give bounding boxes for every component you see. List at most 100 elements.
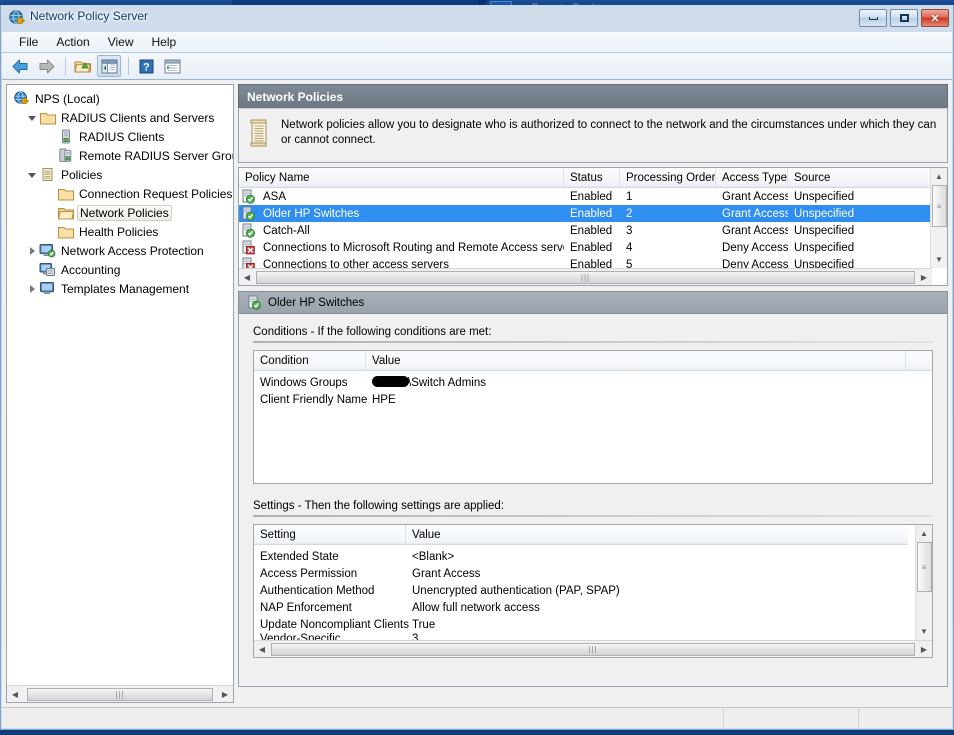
tree-item-radius-clients-and-servers[interactable]: RADIUS Clients and Servers: [11, 108, 233, 127]
tree-item-policies[interactable]: Policies: [11, 165, 233, 184]
tree-item-remote-radius-server-groups[interactable]: Remote RADIUS Server Group:: [11, 146, 233, 165]
menu-item-help[interactable]: Help: [143, 33, 186, 51]
column-header-setting[interactable]: Setting: [254, 525, 406, 544]
scroll-track[interactable]: |||: [23, 687, 217, 702]
accounting-monitor-icon: [39, 262, 56, 278]
conditions-table[interactable]: Condition Value Windows Groups \Switch A…: [253, 350, 933, 484]
column-header-processing-order[interactable]: Processing Order: [620, 168, 716, 187]
table-row[interactable]: Extended State <Blank>: [254, 548, 932, 565]
scroll-down-arrow-icon[interactable]: ▼: [931, 251, 948, 268]
table-row[interactable]: ASA Enabled 1 Grant Access Unspecified: [239, 188, 932, 205]
scroll-right-arrow-icon[interactable]: ▶: [217, 687, 233, 702]
content-area: NPS (Local) RADIUS Clients and Servers: [2, 80, 952, 707]
tree-item-label: Templates Management: [59, 282, 191, 296]
tree-item-network-access-protection[interactable]: Network Access Protection: [11, 241, 233, 260]
tree-horizontal-scrollbar[interactable]: ◀ ||| ▶: [7, 685, 233, 702]
expander-expanded-icon[interactable]: [25, 167, 39, 183]
scroll-track[interactable]: ≡: [916, 542, 933, 623]
column-header-value[interactable]: Value: [406, 525, 908, 544]
forward-button[interactable]: [34, 55, 58, 77]
tree-item-accounting[interactable]: Accounting: [11, 260, 233, 279]
scroll-right-arrow-icon[interactable]: ▶: [916, 642, 932, 657]
column-header-value[interactable]: Value: [366, 351, 906, 370]
menu-item-file[interactable]: File: [10, 33, 47, 51]
tree-item-nps-local[interactable]: NPS (Local): [11, 89, 233, 108]
tree-item-label: Health Policies: [77, 225, 160, 239]
cell-setting-value: Unencrypted authentication (PAP, SPAP): [406, 585, 908, 597]
table-row[interactable]: Windows Groups \Switch Admins: [254, 374, 932, 391]
tree-item-templates-management[interactable]: Templates Management: [11, 279, 233, 298]
cell-policy-name: Catch-All: [257, 225, 564, 237]
settings-horizontal-scrollbar[interactable]: ◀ ||| ▶: [254, 640, 932, 657]
cell-source: Unspecified: [788, 191, 932, 203]
table-row[interactable]: Access Permission Grant Access: [254, 565, 932, 582]
settings-vertical-scrollbar[interactable]: ▲ ≡ ▼: [915, 525, 932, 640]
column-header-condition[interactable]: Condition: [254, 351, 366, 370]
policy-list-horizontal-scrollbar[interactable]: ◀ ||| ▶: [239, 268, 932, 285]
tree-item-health-policies[interactable]: Health Policies: [11, 222, 233, 241]
status-bar: [2, 707, 952, 728]
export-list-button[interactable]: [160, 55, 184, 77]
tree-item-label: Network Policies: [77, 205, 172, 221]
table-row[interactable]: NAP Enforcement Allow full network acces…: [254, 599, 932, 616]
expander-collapsed-icon[interactable]: [25, 281, 39, 297]
nap-monitor-icon: [39, 243, 56, 259]
scroll-left-arrow-icon[interactable]: ◀: [239, 270, 255, 285]
back-button[interactable]: [8, 55, 32, 77]
cell-condition-name: Client Friendly Name: [254, 394, 366, 406]
scroll-left-arrow-icon[interactable]: ◀: [254, 642, 270, 657]
console-tree[interactable]: NPS (Local) RADIUS Clients and Servers: [7, 85, 233, 685]
tree-item-radius-clients[interactable]: RADIUS Clients: [11, 127, 233, 146]
policy-list-vertical-scrollbar[interactable]: ▲ ≡ ▼: [930, 168, 947, 268]
column-header-access-type[interactable]: Access Type: [716, 168, 788, 187]
up-one-level-button[interactable]: [71, 55, 95, 77]
menu-item-view[interactable]: View: [99, 33, 143, 51]
close-button[interactable]: ✕: [921, 9, 949, 27]
tree-item-connection-request-policies[interactable]: Connection Request Policies: [11, 184, 233, 203]
toolbar: ?: [2, 53, 952, 80]
scroll-track[interactable]: ≡: [931, 185, 948, 251]
table-row[interactable]: Connections to Microsoft Routing and Rem…: [239, 239, 932, 256]
table-row[interactable]: Client Friendly Name HPE: [254, 391, 932, 408]
scroll-thumb[interactable]: |||: [27, 688, 213, 701]
column-header-status[interactable]: Status: [564, 168, 620, 187]
expander-expanded-icon[interactable]: [25, 110, 39, 126]
tree-item-network-policies[interactable]: Network Policies: [11, 203, 233, 222]
scroll-right-arrow-icon[interactable]: ▶: [916, 270, 932, 285]
scroll-track[interactable]: |||: [255, 270, 916, 285]
cell-status: Enabled: [564, 225, 620, 237]
column-header-spacer: [906, 351, 924, 370]
table-row[interactable]: Catch-All Enabled 3 Grant Access Unspeci…: [239, 222, 932, 239]
cell-access-type: Grant Access: [716, 191, 788, 203]
network-policies-list[interactable]: Policy Name Status Processing Order Acce…: [238, 167, 948, 286]
column-header-source[interactable]: Source: [788, 168, 932, 187]
scroll-left-arrow-icon[interactable]: ◀: [7, 687, 23, 702]
table-row[interactable]: Older HP Switches Enabled 2 Grant Access…: [239, 205, 932, 222]
cell-access-type: Grant Access: [716, 208, 788, 220]
cell-status: Enabled: [564, 242, 620, 254]
scroll-thumb[interactable]: |||: [271, 643, 915, 656]
table-row[interactable]: Authentication Method Unencrypted authen…: [254, 582, 932, 599]
cell-access-type: Deny Access: [716, 242, 788, 254]
column-header-policy-name[interactable]: Policy Name: [239, 168, 564, 187]
minimize-button[interactable]: [859, 9, 887, 27]
scroll-thumb[interactable]: |||: [256, 271, 915, 284]
toolbar-separator-2: [128, 57, 129, 75]
scroll-up-arrow-icon[interactable]: ▲: [931, 168, 948, 185]
scroll-thumb[interactable]: ≡: [917, 542, 932, 592]
folder-icon: [57, 224, 74, 240]
scroll-track[interactable]: |||: [270, 642, 916, 657]
settings-table[interactable]: Setting Value Extended State <Blank> Acc…: [253, 524, 933, 658]
status-panel-3: [859, 708, 952, 729]
expander-collapsed-icon[interactable]: [25, 243, 39, 259]
show-hide-console-tree-button[interactable]: [97, 55, 121, 77]
tree-item-label: Policies: [59, 168, 104, 182]
scroll-thumb[interactable]: ≡: [932, 185, 947, 227]
nps-main-window: Network Policy Server ✕ File Action View…: [0, 5, 954, 730]
table-row[interactable]: Update Noncompliant Clients True: [254, 616, 932, 633]
scroll-up-arrow-icon[interactable]: ▲: [916, 525, 933, 542]
menu-item-action[interactable]: Action: [47, 33, 98, 51]
maximize-button[interactable]: [890, 9, 918, 27]
scroll-down-arrow-icon[interactable]: ▼: [916, 623, 933, 640]
help-button[interactable]: ?: [134, 55, 158, 77]
